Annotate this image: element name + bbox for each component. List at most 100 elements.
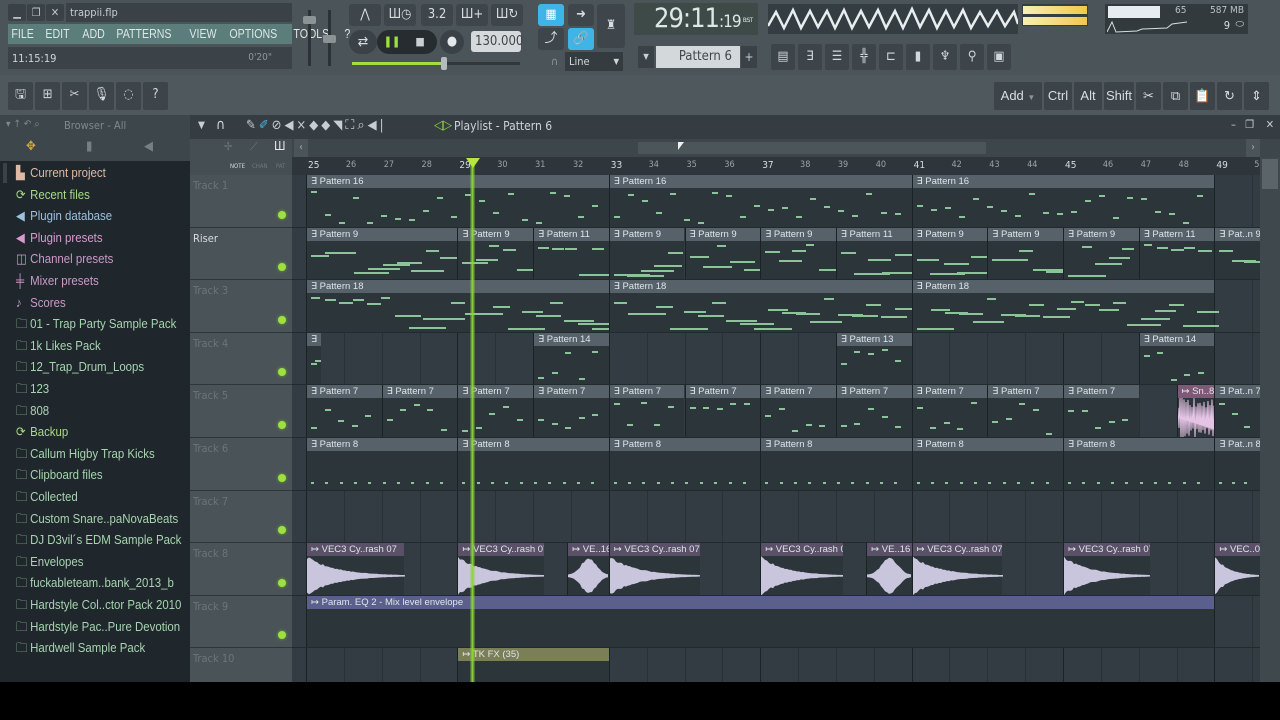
- save-new-version-icon[interactable]: ⊞: [35, 82, 60, 110]
- browser-nav-icons[interactable]: ▾ ↑ ↶ ⌕: [6, 119, 40, 130]
- playlist-clip[interactable]: ∃ Pattern 11: [533, 227, 616, 280]
- playlist-clip[interactable]: ↦ VEC..07: [1214, 543, 1260, 595]
- playlist-clip[interactable]: ∃ Pattern 9: [911, 227, 993, 280]
- playlist-clip[interactable]: ∃ Pattern 7: [457, 385, 534, 437]
- browser-star-icon[interactable]: ✥: [26, 139, 36, 154]
- playlist-clip[interactable]: ∃ Pattern 7: [306, 385, 382, 437]
- mixer-icon[interactable]: ╬: [852, 44, 876, 70]
- browser-item[interactable]: 🗀 Clipboard files: [16, 465, 103, 485]
- plugin-picker-icon[interactable]: ♆: [933, 44, 957, 70]
- track-name[interactable]: Riser: [193, 232, 218, 245]
- playlist-clip[interactable]: ∃ Pattern 9: [306, 227, 461, 280]
- piano-roll-icon[interactable]: ∃: [798, 44, 822, 70]
- close-icon[interactable]: ✕: [1266, 118, 1274, 131]
- scroll-left-button[interactable]: ‹: [294, 139, 308, 157]
- piano-icon[interactable]: Ш: [274, 139, 286, 153]
- track-name[interactable]: Track 1: [193, 179, 228, 192]
- playhead-marker[interactable]: [466, 158, 481, 168]
- mute-icon[interactable]: ◀×: [284, 118, 309, 133]
- browser-item[interactable]: 🗀 Hardwell Sample Pack: [16, 638, 145, 658]
- track-name[interactable]: Track 4: [193, 337, 228, 350]
- playlist-clip[interactable]: ∃ Pattern 7: [835, 385, 912, 437]
- pencil-icon[interactable]: ✎: [246, 118, 259, 133]
- playlist-clip[interactable]: ↦ Param. EQ 2 - Mix level envelope: [306, 595, 1215, 648]
- stop-button[interactable]: ■: [410, 30, 430, 54]
- browser-file-icon[interactable]: ▮: [86, 139, 92, 154]
- alt-button[interactable]: Alt: [1074, 82, 1102, 110]
- track-name[interactable]: Track 7: [193, 495, 228, 508]
- tab-chan[interactable]: CHAN: [252, 163, 268, 170]
- track-header[interactable]: Riser: [190, 227, 292, 281]
- track-name[interactable]: Track 9: [193, 600, 228, 613]
- playlist-clip[interactable]: ∃ Pattern 7: [381, 385, 458, 437]
- save-icon[interactable]: 🖫: [8, 82, 33, 110]
- track-mute-led[interactable]: [278, 631, 286, 640]
- track-mute-led[interactable]: [278, 473, 286, 482]
- track-header[interactable]: Track 9: [190, 595, 292, 649]
- track-lane[interactable]: [292, 490, 1260, 544]
- waveform-icon[interactable]: ✢: [224, 140, 232, 153]
- browser-item[interactable]: 🗀 12_Trap_Drum_Loops: [16, 357, 144, 377]
- metronome-button[interactable]: ⋀: [349, 4, 381, 26]
- track-header[interactable]: Track 1: [190, 175, 292, 228]
- track-mute-led[interactable]: [278, 578, 286, 587]
- master-pitch-knob[interactable]: [323, 35, 336, 43]
- paste-icon[interactable]: 📋: [1190, 82, 1215, 110]
- track-mute-led[interactable]: [278, 368, 286, 377]
- playlist-clip[interactable]: ∃ Pattern 8: [306, 438, 458, 490]
- playlist-clip[interactable]: ∃: [306, 332, 322, 385]
- delete-icon[interactable]: ⊘: [272, 118, 285, 133]
- close-icon[interactable]: ✕: [46, 4, 64, 21]
- track-lane[interactable]: ↦ Param. EQ 2 - Mix level envelope: [292, 595, 1260, 649]
- playlist-clip[interactable]: ↦ VE..16: [866, 543, 912, 595]
- browser-item[interactable]: 🗀 01 - Trap Party Sample Pack: [16, 314, 176, 334]
- menu-patterns[interactable]: PATTERNS: [113, 27, 175, 41]
- playlist-clip[interactable]: ∃ Pattern 8: [760, 438, 912, 490]
- zoom-icon[interactable]: ⌕: [357, 118, 367, 133]
- menu-options[interactable]: OPTIONS: [226, 27, 281, 41]
- add-pattern-button[interactable]: +: [741, 46, 757, 68]
- scroll-right-button[interactable]: ›: [1246, 139, 1260, 157]
- multilink-knob[interactable]: ♜: [597, 4, 625, 48]
- playlist-clip[interactable]: ∃ Pattern 13: [835, 332, 912, 385]
- playlist-clip[interactable]: ∃ Pattern 7: [987, 385, 1063, 437]
- channel-rack-icon[interactable]: ☰: [825, 44, 849, 70]
- browser-scrollbar[interactable]: [3, 163, 7, 183]
- track-mute-led[interactable]: [278, 526, 286, 535]
- pattern-song-toggle[interactable]: ⇄: [349, 30, 377, 54]
- playlist-clip[interactable]: ∃ Pattern 7: [684, 385, 761, 437]
- track-header[interactable]: Track 6: [190, 438, 292, 491]
- browser-speaker-icon[interactable]: ◀: [144, 139, 153, 154]
- song-position-handle[interactable]: [441, 57, 447, 70]
- playlist-clip[interactable]: ∃ Pattern 18: [911, 280, 1219, 332]
- cut-icon[interactable]: ✂: [62, 82, 87, 110]
- microphone-icon[interactable]: 🎙: [89, 82, 114, 110]
- browser-item[interactable]: 🗀 fuckableteam..bank_2013_b: [16, 573, 174, 593]
- minimize-icon[interactable]: –: [1231, 118, 1236, 131]
- vertical-scrollbar[interactable]: [1260, 157, 1280, 682]
- track-name[interactable]: Track 10: [193, 652, 234, 665]
- slip-icon[interactable]: ◆◆: [309, 118, 333, 133]
- playlist-clip[interactable]: ∃ Pat..n 7: [1214, 385, 1260, 437]
- loop-record-button[interactable]: Ш↻: [491, 4, 523, 26]
- ctrl-button[interactable]: Ctrl: [1044, 82, 1072, 110]
- track-name[interactable]: Track 6: [193, 442, 228, 455]
- song-position-track[interactable]: [446, 62, 520, 65]
- playlist-clip[interactable]: ∃ Pattern 11: [1138, 227, 1215, 280]
- snap-magnet-icon[interactable]: ∩: [216, 117, 225, 133]
- output-window-icon[interactable]: ▣: [987, 44, 1011, 70]
- playlist-clip[interactable]: ∃ Pattern 8: [457, 438, 609, 490]
- track-header[interactable]: Track 5: [190, 385, 292, 438]
- playlist-clip[interactable]: ∃ Pattern 7: [911, 385, 988, 437]
- playlist-clip[interactable]: ∃ Pattern 14: [1138, 332, 1215, 385]
- master-volume-knob[interactable]: [303, 16, 316, 24]
- browser-item[interactable]: ◫ Channel presets: [16, 249, 113, 269]
- playlist-clip[interactable]: ∃ Pattern 16: [911, 175, 1215, 227]
- track-mute-led[interactable]: [278, 420, 286, 429]
- snap-select[interactable]: Line ▼: [565, 52, 623, 71]
- pattern-selector[interactable]: Pattern 6: [656, 46, 740, 68]
- browser-item[interactable]: ⟳ Recent files: [16, 185, 90, 205]
- menu-add[interactable]: ADD: [79, 27, 108, 41]
- track-mute-led[interactable]: [278, 263, 286, 272]
- playlist-clip[interactable]: ∃ Pattern 14: [533, 332, 609, 385]
